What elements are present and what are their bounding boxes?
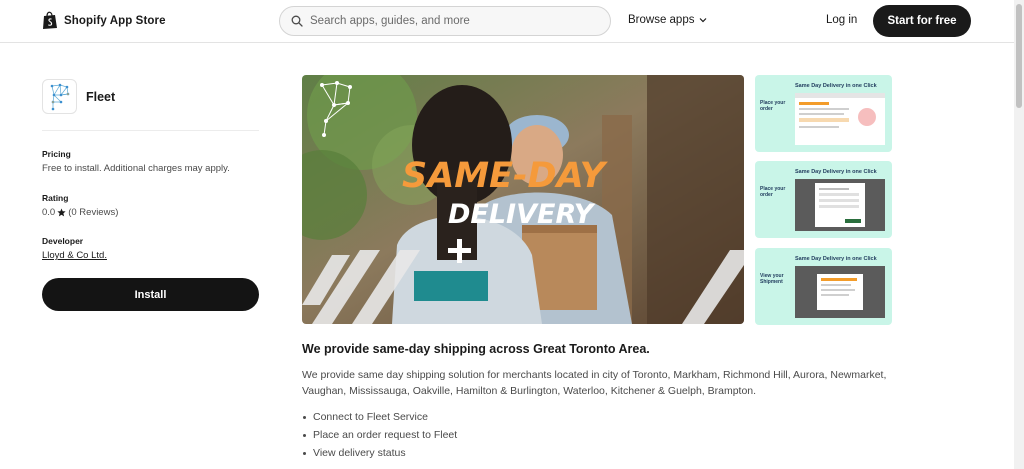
install-button[interactable]: Install	[42, 278, 259, 311]
search-bar[interactable]	[279, 6, 611, 36]
hero-headline-delivery: DELIVERY	[448, 199, 596, 230]
star-icon	[57, 208, 66, 217]
chevron-down-icon	[700, 18, 707, 23]
search-icon	[291, 15, 303, 27]
bullet-icon	[303, 415, 306, 419]
rating-label: Rating	[42, 193, 69, 203]
browse-apps-menu[interactable]: Browse apps	[628, 14, 707, 26]
list-item: View delivery status	[302, 444, 457, 462]
rating-summary: 0.0 (0 Reviews)	[42, 207, 118, 218]
thumbnail-title: Same Day Delivery in one Click	[795, 83, 877, 89]
list-item: Place an order request to Fleet	[302, 426, 457, 444]
thumbnail-caption: Place your order	[760, 100, 786, 112]
list-item: Connect to Fleet Service	[302, 408, 457, 426]
developer-label: Developer	[42, 236, 84, 246]
top-navigation: Shopify App Store Browse apps Log in Sta…	[0, 0, 1014, 43]
feature-text: Connect to Fleet Service	[313, 411, 428, 423]
reviews-count-link[interactable]: (0 Reviews)	[68, 207, 118, 218]
brand-link[interactable]: Shopify App Store	[42, 11, 166, 30]
thumbnail-title: Same Day Delivery in one Click	[795, 256, 877, 262]
app-name: Fleet	[86, 89, 116, 104]
feature-text: View delivery status	[313, 447, 406, 459]
start-for-free-button[interactable]: Start for free	[873, 5, 971, 37]
description-heading: We provide same-day shipping across Grea…	[302, 342, 650, 356]
developer-row: Lloyd & Co Ltd.	[42, 250, 107, 261]
screenshot-thumbnail[interactable]: Same Day Delivery in one Click Place you…	[755, 161, 892, 238]
thumbnail-title: Same Day Delivery in one Click	[795, 169, 877, 175]
scrollbar-thumb[interactable]	[1016, 4, 1022, 108]
browse-apps-label: Browse apps	[628, 14, 695, 26]
pricing-label: Pricing	[42, 149, 71, 159]
pricing-value: Free to install. Additional charges may …	[42, 163, 230, 174]
feature-list: Connect to Fleet Service Place an order …	[302, 408, 457, 462]
developer-link[interactable]: Lloyd & Co Ltd.	[42, 250, 107, 261]
screenshot-thumbnail[interactable]: Same Day Delivery in one Click Place you…	[755, 75, 892, 152]
search-input[interactable]	[310, 15, 600, 27]
hero-video-image[interactable]: SAME-DAY DELIVERY	[302, 75, 744, 324]
shopping-bag-icon	[43, 11, 57, 29]
fleet-app-logo	[42, 79, 77, 114]
thumbnail-caption: Place your order	[760, 186, 786, 198]
screenshot-thumbnail[interactable]: Same Day Delivery in one Click View your…	[755, 248, 892, 325]
login-link[interactable]: Log in	[826, 14, 857, 26]
feature-text: Place an order request to Fleet	[313, 429, 458, 441]
bullet-icon	[303, 433, 306, 437]
brand-name: Shopify App Store	[64, 14, 166, 27]
rating-value: 0.0	[42, 207, 56, 218]
page-scrollbar[interactable]	[1014, 0, 1024, 469]
app-header: Fleet	[42, 79, 115, 114]
hero-headline-same-day: SAME-DAY	[402, 156, 609, 196]
description-body: We provide same day shipping solution fo…	[302, 369, 887, 397]
thumbnail-caption: View your Shipment	[760, 273, 784, 285]
bullet-icon	[303, 451, 306, 455]
sidebar-divider	[42, 130, 259, 131]
